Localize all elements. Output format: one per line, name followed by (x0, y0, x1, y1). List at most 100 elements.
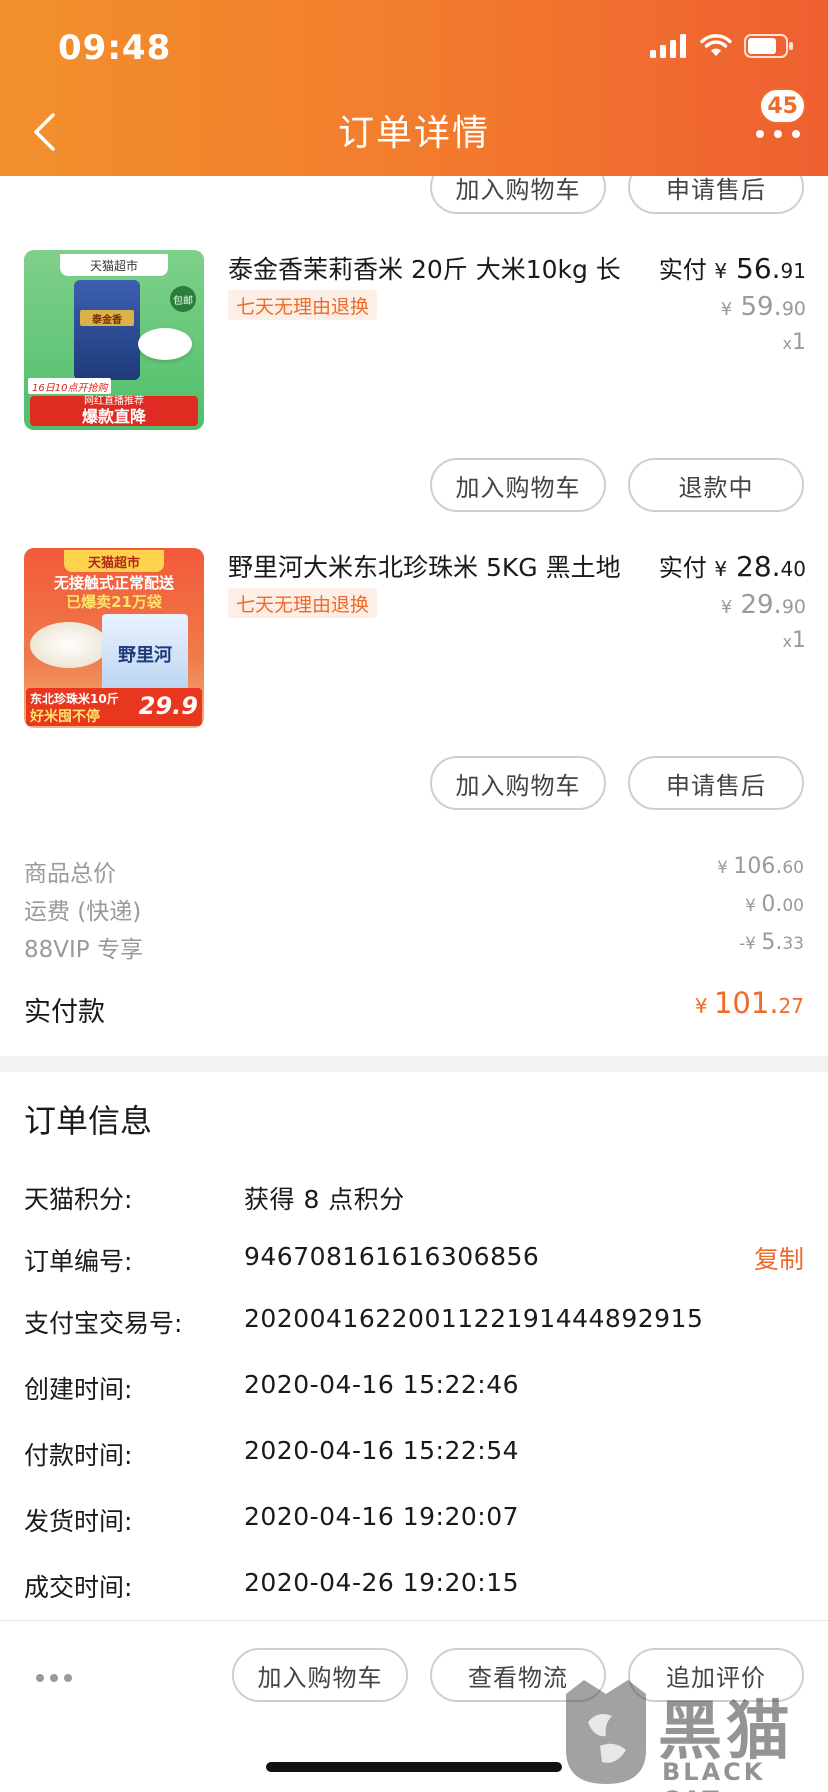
amount-integer: 106. (733, 854, 783, 879)
more-dot-icon (756, 130, 764, 138)
add-to-cart-button[interactable]: 加入购物车 (430, 458, 606, 512)
store-label: 天猫超市 (64, 550, 164, 572)
refund-in-progress-button[interactable]: 退款中 (628, 458, 804, 512)
info-label: 创建时间: (24, 1375, 133, 1404)
more-dot-icon (774, 130, 782, 138)
quantity: x1 (783, 628, 806, 653)
paid-price: 实付 ¥ 56.91 (659, 250, 806, 285)
price-decimal: 90 (781, 298, 806, 320)
amount-decimal: 00 (782, 896, 804, 916)
summary-label: 商品总价 (24, 861, 116, 887)
signal-icon (650, 34, 686, 58)
summary-value: ¥ 0.00 (745, 892, 804, 917)
promo-line-1: 无接触式正常配送 (53, 574, 174, 592)
paid-price: 实付 ¥ 28.40 (659, 548, 806, 583)
info-label: 成交时间: (24, 1573, 133, 1602)
order-number-value: 946708161616306856 (244, 1242, 540, 1271)
banner-tag-2: 好米囤不停 (30, 709, 100, 725)
more-dot-icon (36, 1674, 44, 1682)
currency-symbol: ¥ (694, 994, 714, 1018)
price-integer: 28. (727, 550, 781, 583)
info-label: 天猫积分: (24, 1185, 133, 1214)
price-decimal: 90 (781, 596, 806, 618)
apply-after-sale-button[interactable]: 申请售后 (628, 756, 804, 810)
amount-decimal: 27 (778, 994, 804, 1018)
original-price: ¥ 29.90 (721, 590, 806, 620)
quantity-x: x (782, 632, 792, 651)
more-actions-button[interactable] (36, 1674, 72, 1684)
black-cat-logo-icon (566, 1680, 646, 1784)
wifi-icon (700, 34, 732, 56)
info-label: 发货时间: (24, 1507, 133, 1536)
home-indicator[interactable] (266, 1762, 562, 1772)
currency-symbol: ¥ (717, 858, 734, 878)
bag-brand-label: 野里河 (118, 645, 172, 666)
product-image[interactable]: 天猫超市 泰金香 包邮 16日10点开抢购 网红直播推荐 爆款直降 (24, 250, 204, 430)
quantity: x1 (783, 330, 806, 355)
message-count-badge: 45 (759, 88, 806, 124)
status-icons (650, 34, 794, 58)
product-title[interactable]: 泰金香茉莉香米 20斤 大米10kg 长 (228, 250, 638, 286)
add-to-cart-button[interactable]: 加入购物车 (430, 756, 606, 810)
promo-headline: 无接触式正常配送 已爆卖21万袋 (28, 574, 200, 612)
info-label: 支付宝交易号: (24, 1309, 183, 1338)
amount-integer: 101. (713, 986, 779, 1020)
created-time-value: 2020-04-16 15:22:46 (244, 1370, 520, 1399)
rice-pile-image (30, 622, 108, 668)
summary-label: 88VIP 专享 (24, 937, 143, 963)
currency-symbol: ¥ (714, 259, 728, 283)
product-image[interactable]: 天猫超市 无接触式正常配送 已爆卖21万袋 野里河 东北珍珠米10斤 好米囤不停… (24, 548, 204, 728)
watermark: 黑猫 BLACK CAT (548, 1672, 828, 1792)
store-label: 天猫超市 (60, 254, 168, 276)
promo-banner: 网红直播推荐 爆款直降 (30, 396, 198, 426)
watermark-subtext: BLACK CAT (662, 1758, 766, 1792)
brand-label: 泰金香 (80, 310, 134, 326)
page-title: 订单详情 (337, 113, 490, 154)
return-policy-tag: 七天无理由退换 (228, 290, 378, 320)
battery-icon (744, 34, 793, 58)
quantity-x: x (782, 334, 792, 353)
add-to-cart-button[interactable]: 加入购物车 (232, 1648, 408, 1702)
more-dot-icon (50, 1674, 58, 1682)
price-banner: 东北珍珠米10斤 好米囤不停 29.9 (26, 688, 202, 726)
currency-symbol: ¥ (745, 896, 762, 916)
price-integer: 56. (727, 252, 781, 285)
free-shipping-badge: 包邮 (170, 286, 196, 312)
return-policy-tag: 七天无理由退换 (228, 588, 378, 618)
rice-bag-image: 泰金香 (74, 280, 140, 380)
quantity-value: 1 (792, 330, 806, 355)
price-decimal: 91 (780, 259, 806, 283)
section-divider (0, 1056, 828, 1072)
price-integer: 29. (732, 590, 782, 620)
price-integer: 59. (732, 292, 782, 322)
info-value: 获得 8 点积分 (244, 1185, 405, 1214)
info-label: 订单编号: (24, 1247, 133, 1276)
copy-order-number-button[interactable]: 复制 (754, 1240, 804, 1276)
info-label: 付款时间: (24, 1441, 133, 1470)
header-bar: 09:48 订单详情 45 (0, 0, 828, 176)
paid-label: 实付 (658, 554, 707, 582)
total-paid-label: 实付款 (24, 997, 105, 1028)
summary-value: -¥ 5.33 (739, 930, 804, 955)
amount-integer: 5. (761, 930, 783, 955)
price-decimal: 40 (780, 557, 806, 581)
amount-integer: 0. (761, 892, 783, 917)
quantity-value: 1 (792, 628, 806, 653)
currency-symbol: -¥ (739, 934, 762, 954)
promo-time-label: 16日10点开抢购 (28, 378, 112, 394)
currency-symbol: ¥ (714, 557, 728, 581)
more-dot-icon (64, 1674, 72, 1682)
order-info-heading: 订单信息 (24, 1102, 153, 1140)
total-paid-value: ¥ 101.27 (695, 986, 804, 1020)
summary-label: 运费 (快递) (24, 899, 142, 925)
alipay-transaction-value: 2020041622001122191444892915 (244, 1304, 704, 1333)
currency-symbol: ¥ (720, 597, 733, 618)
summary-value: ¥ 106.60 (717, 854, 804, 879)
amount-decimal: 60 (782, 858, 804, 878)
original-price: ¥ 59.90 (721, 292, 806, 322)
more-button[interactable] (756, 124, 800, 144)
completed-time-value: 2020-04-26 19:20:15 (244, 1568, 520, 1597)
product-title[interactable]: 野里河大米东北珍珠米 5KG 黑土地 (228, 548, 638, 584)
shipped-time-value: 2020-04-16 19:20:07 (244, 1502, 520, 1531)
promo-main: 爆款直降 (81, 407, 146, 426)
